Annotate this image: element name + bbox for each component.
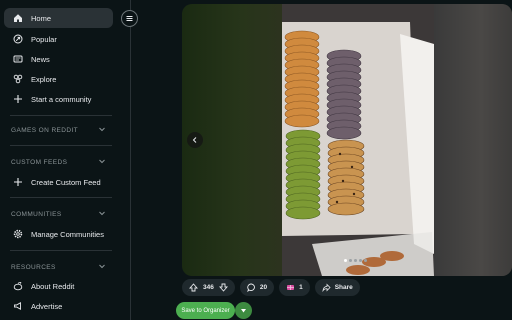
popular-icon (13, 34, 23, 44)
upvote-icon[interactable] (189, 283, 198, 292)
upvote-count: 346 (203, 284, 214, 291)
news-icon (13, 54, 23, 64)
save-to-organizer-button[interactable]: Save to Organizer (176, 302, 235, 319)
share-button[interactable]: Share (314, 279, 360, 296)
sidebar-item-about-reddit[interactable]: About Reddit (4, 276, 113, 296)
comments-button[interactable]: 20 (239, 279, 275, 296)
comment-count: 20 (259, 284, 268, 291)
divider (10, 197, 112, 198)
sidebar-item-advertise[interactable]: Advertise (4, 296, 113, 316)
post-media-gallery[interactable] (182, 4, 512, 276)
reddit-icon (13, 281, 23, 291)
home-icon (13, 13, 23, 23)
caret-down-icon (241, 309, 246, 313)
award-button[interactable]: 1 (279, 279, 310, 296)
section-title: RESOURCES (11, 263, 56, 271)
section-resources[interactable]: RESOURCES (11, 260, 106, 274)
award-count: 1 (299, 284, 303, 291)
gallery-dot (359, 259, 362, 262)
sidebar-item-news[interactable]: News (4, 49, 113, 69)
divider (10, 115, 112, 116)
sidebar-item-label: Manage Communities (31, 229, 104, 239)
gallery-dot (344, 259, 347, 262)
plus-icon (13, 177, 23, 187)
gallery-dot (349, 259, 352, 262)
megaphone-icon (13, 301, 23, 311)
section-custom-feeds[interactable]: CUSTOM FEEDS (11, 155, 106, 169)
chevron-down-icon (98, 125, 106, 135)
share-label: Share (334, 284, 353, 291)
chevron-left-icon (192, 137, 197, 143)
gallery-dot (354, 259, 357, 262)
gear-icon (13, 229, 23, 239)
sidebar-item-label: News (31, 54, 50, 64)
divider (10, 145, 112, 146)
chevron-down-icon (98, 209, 106, 219)
gallery-dot (364, 259, 367, 262)
sidebar-item-popular[interactable]: Popular (4, 29, 113, 49)
sidebar-item-label: Popular (31, 34, 57, 44)
chevron-down-icon (98, 262, 106, 272)
save-options-button[interactable] (235, 302, 252, 319)
explore-icon (13, 74, 23, 84)
cookies-photo (282, 4, 434, 276)
sidebar-item-label: Create Custom Feed (31, 177, 101, 187)
award-icon (287, 285, 295, 290)
sidebar-item-label: Explore (31, 74, 57, 84)
post-action-bar: 346 20 1 Share (182, 279, 360, 296)
sidebar-item-label: About Reddit (31, 281, 75, 291)
left-sidebar: Home Popular News Explore Start a commun… (0, 0, 131, 320)
share-icon (322, 283, 331, 292)
sidebar-item-label: Advertise (31, 301, 63, 311)
sidebar-item-manage-communities[interactable]: Manage Communities (4, 224, 113, 244)
post-image[interactable] (282, 4, 434, 276)
chevron-down-icon (98, 157, 106, 167)
section-communities[interactable]: COMMUNITIES (11, 207, 106, 221)
sidebar-item-start-community[interactable]: Start a community (4, 89, 113, 109)
section-games[interactable]: GAMES ON REDDIT (11, 123, 106, 137)
sidebar-item-create-custom-feed[interactable]: Create Custom Feed (4, 172, 113, 192)
vote-pill: 346 (182, 279, 235, 296)
section-title: COMMUNITIES (11, 210, 62, 218)
blurred-backdrop (434, 4, 512, 276)
gallery-indicator (344, 259, 367, 262)
sidebar-item-label: Start a community (31, 94, 92, 104)
collapse-sidebar-button[interactable] (121, 10, 138, 27)
section-title: GAMES ON REDDIT (11, 126, 79, 134)
gallery-prev-button[interactable] (187, 132, 203, 148)
hamburger-icon (126, 16, 133, 21)
divider (10, 250, 112, 251)
sidebar-item-home[interactable]: Home (4, 8, 113, 28)
plus-icon (13, 94, 23, 104)
sidebar-item-label: Home (31, 13, 52, 23)
sidebar-item-explore[interactable]: Explore (4, 69, 113, 89)
downvote-icon[interactable] (218, 283, 228, 292)
section-title: CUSTOM FEEDS (11, 158, 68, 166)
comment-icon (247, 283, 255, 292)
